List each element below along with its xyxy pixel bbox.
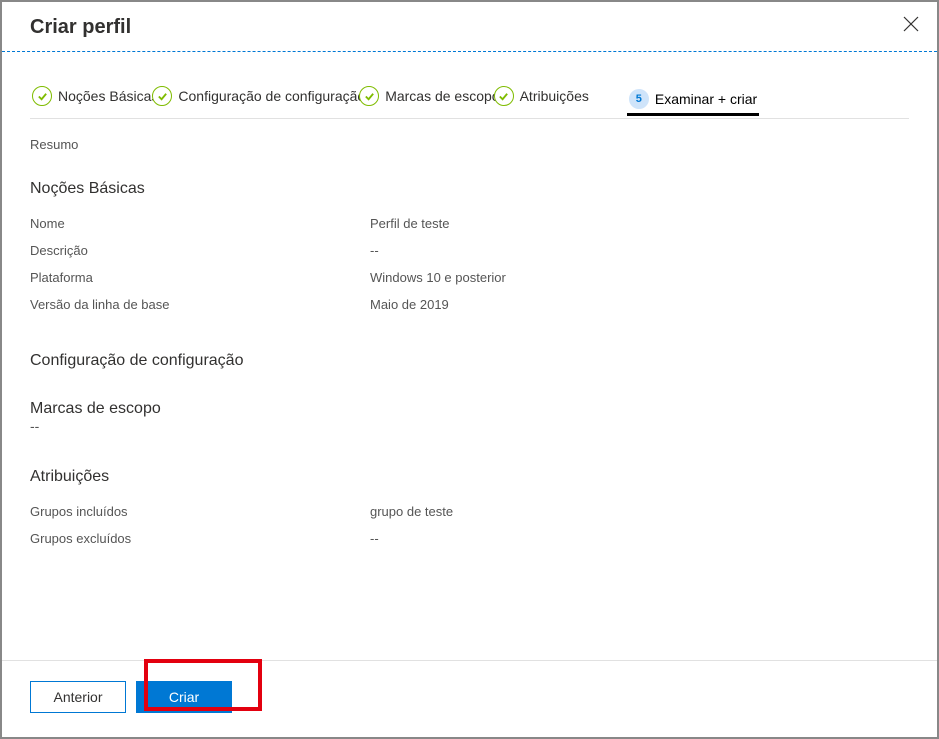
kv-val: grupo de teste <box>370 504 453 519</box>
blade-header: Criar perfil <box>2 2 937 51</box>
step-label: Configuração de configuração <box>178 88 365 104</box>
check-icon <box>494 86 514 106</box>
kv-key: Nome <box>30 216 370 231</box>
kv-row: Grupos incluídos grupo de teste <box>30 498 909 525</box>
step-configuration[interactable]: Configuração de configuração <box>150 82 367 112</box>
section-assignments-title: Atribuições <box>30 468 909 486</box>
kv-key: Grupos incluídos <box>30 504 370 519</box>
check-icon <box>32 86 52 106</box>
close-button[interactable] <box>903 16 919 35</box>
close-icon <box>903 16 919 32</box>
kv-val: Perfil de teste <box>370 216 450 231</box>
kv-row: Nome Perfil de teste <box>30 210 909 237</box>
kv-row: Descrição -- <box>30 237 909 264</box>
kv-key: Versão da linha de base <box>30 297 370 312</box>
kv-row: Plataforma Windows 10 e posterior <box>30 264 909 291</box>
kv-row: Grupos excluídos -- <box>30 525 909 552</box>
scope-value: -- <box>30 418 909 434</box>
kv-key: Descrição <box>30 243 370 258</box>
section-config-title: Configuração de configuração <box>30 352 909 370</box>
summary-heading: Resumo <box>30 137 909 152</box>
kv-key: Grupos excluídos <box>30 531 370 546</box>
button-label: Criar <box>169 689 199 705</box>
section-basics-title: Noções Básicas <box>30 180 909 198</box>
wizard-steps: Noções Básicas Configuração de configura… <box>30 82 909 119</box>
step-basics[interactable]: Noções Básicas <box>30 82 160 112</box>
previous-button[interactable]: Anterior <box>30 681 126 713</box>
kv-row: Versão da linha de base Maio de 2019 <box>30 291 909 318</box>
kv-val: -- <box>370 531 379 546</box>
check-icon <box>152 86 172 106</box>
step-label: Marcas de escopo <box>385 88 499 104</box>
kv-val: Maio de 2019 <box>370 297 449 312</box>
button-label: Anterior <box>53 689 102 705</box>
footer-actions: Anterior Criar <box>2 660 937 737</box>
section-scope-title: Marcas de escopo <box>30 400 909 418</box>
review-content: Resumo Noções Básicas Nome Perfil de tes… <box>2 119 937 552</box>
step-label: Atribuições <box>520 88 589 104</box>
step-number-icon: 5 <box>629 89 649 109</box>
create-button[interactable]: Criar <box>136 681 232 713</box>
step-scope-tags[interactable]: Marcas de escopo <box>357 82 501 112</box>
kv-key: Plataforma <box>30 270 370 285</box>
step-label: Noções Básicas <box>58 88 158 104</box>
kv-val: Windows 10 e posterior <box>370 270 506 285</box>
kv-val: -- <box>370 243 379 258</box>
step-assignments[interactable]: Atribuições <box>492 82 591 112</box>
step-label: Examinar + criar <box>655 91 757 107</box>
step-review-create[interactable]: 5 Examinar + criar <box>627 85 759 116</box>
page-title: Criar perfil <box>30 16 131 39</box>
check-icon <box>359 86 379 106</box>
